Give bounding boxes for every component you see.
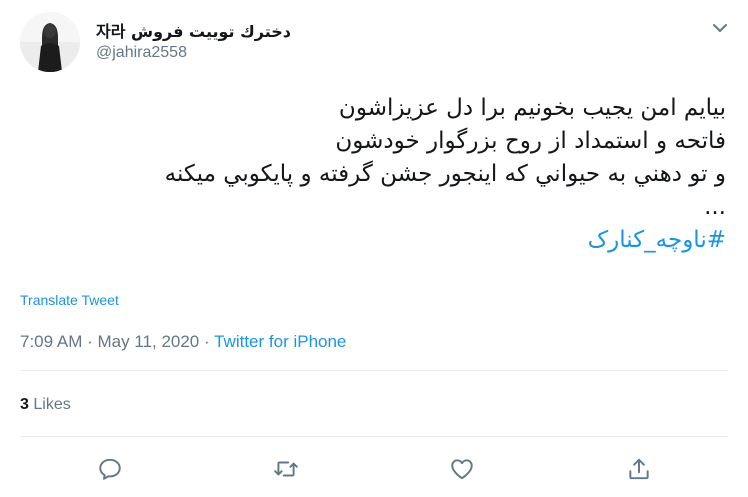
- reply-button[interactable]: [97, 456, 123, 482]
- like-button[interactable]: [449, 456, 475, 482]
- tweet-card: 자라 دخترك توييت فروش @jahira2558 بیایم ام…: [0, 0, 748, 497]
- avatar[interactable]: [20, 12, 80, 72]
- share-icon: [629, 458, 649, 480]
- hashtag-link[interactable]: #ناوچه_کنارک: [26, 224, 726, 257]
- translate-tweet-link[interactable]: Translate Tweet: [20, 292, 119, 308]
- tweet-source-link[interactable]: Twitter for iPhone: [214, 332, 346, 351]
- likes-stat[interactable]: 3 Likes: [20, 396, 71, 414]
- tweet-line: ...: [704, 194, 726, 220]
- reply-icon: [99, 458, 121, 480]
- likes-count: 3: [20, 396, 29, 413]
- likes-label: Likes: [33, 396, 71, 413]
- tweet-time[interactable]: 7:09 AM: [20, 332, 82, 351]
- tweet-line: فاتحه و استمداد از روح بزرگوار خودشون: [335, 128, 726, 154]
- retweet-button[interactable]: [273, 456, 299, 482]
- more-options-button[interactable]: [708, 16, 732, 40]
- chevron-down-icon: [713, 24, 727, 32]
- tweet-line: و تو دهني به حيواني كه اينجور جشن گرفته …: [164, 161, 726, 187]
- meta-separator: ·: [87, 332, 93, 351]
- heart-icon: [451, 459, 473, 480]
- tweet-metadata: 7:09 AM · May 11, 2020 · Twitter for iPh…: [20, 332, 346, 352]
- tweet-line: بیایم امن یجیب بخونیم برا دل عزیزاشون: [338, 95, 726, 121]
- divider: [20, 370, 728, 371]
- tweet-text: بیایم امن یجیب بخونیم برا دل عزیزاشون فا…: [26, 92, 726, 257]
- tweet-date[interactable]: May 11, 2020: [98, 332, 200, 351]
- retweet-icon: [274, 461, 298, 477]
- display-name[interactable]: 자라 دخترك توييت فروش: [96, 18, 291, 42]
- avatar-image: [20, 12, 80, 72]
- divider: [20, 436, 728, 437]
- meta-separator: ·: [204, 332, 210, 351]
- user-handle[interactable]: @jahira2558: [96, 44, 187, 62]
- share-button[interactable]: [626, 456, 652, 482]
